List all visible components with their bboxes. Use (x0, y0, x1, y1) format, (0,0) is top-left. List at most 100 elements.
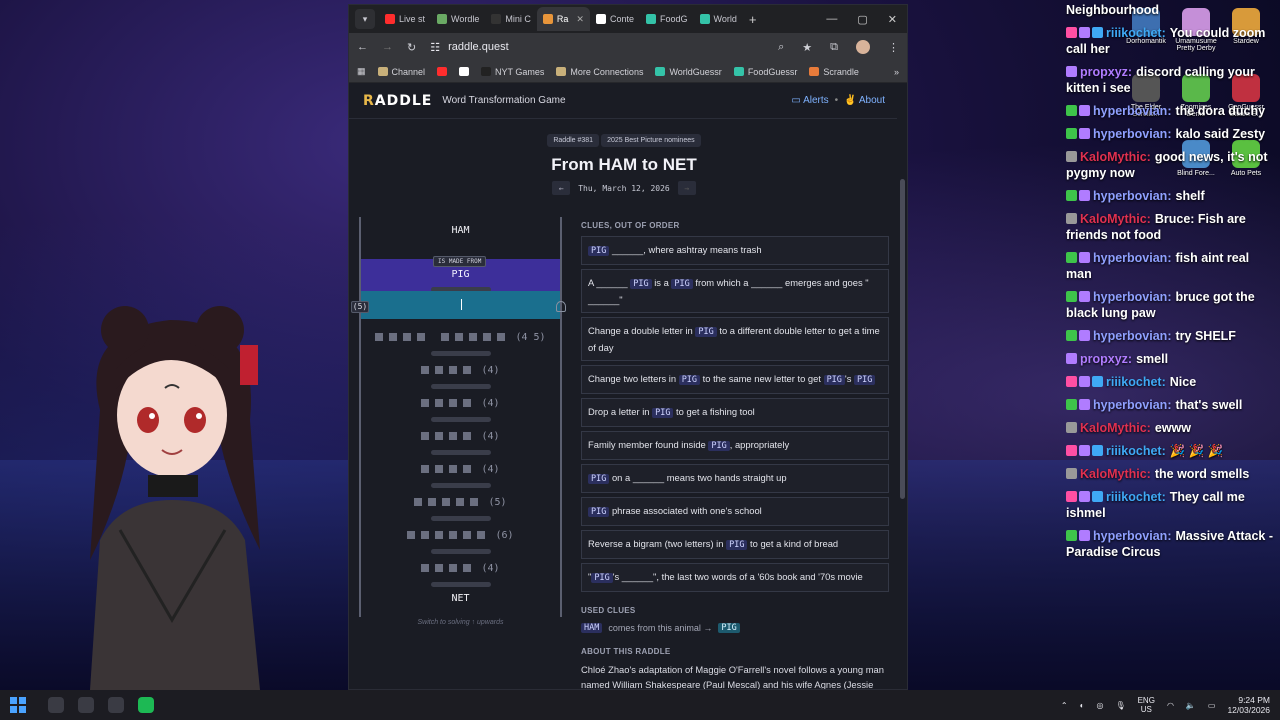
menu-icon[interactable]: ⋮ (888, 41, 899, 54)
bookmarks-overflow-icon[interactable]: » (894, 67, 899, 77)
about-link[interactable]: ✌ About (844, 95, 885, 106)
minimize-icon[interactable]: — (826, 13, 837, 26)
bookmark-label: More Connections (570, 66, 644, 77)
letter-slot (497, 333, 506, 341)
ladder-empty-rung[interactable]: (5) (361, 486, 560, 518)
clock[interactable]: 9:24 PM 12/03/2026 (1227, 695, 1270, 715)
clue-item[interactable]: " PIG's ______", the last two words of a … (581, 563, 889, 592)
maximize-icon[interactable]: ▢ (857, 13, 867, 26)
forward-icon[interactable]: → (382, 41, 393, 53)
wifi-icon[interactable]: ◠ (1167, 701, 1174, 710)
close-window-icon[interactable]: ✕ (888, 13, 897, 26)
taskbar-app-icon[interactable] (48, 697, 64, 713)
next-day-button[interactable]: → (677, 181, 696, 195)
browser-tab[interactable]: Live st (379, 7, 431, 31)
badge-icon (1066, 151, 1077, 162)
ladder-empty-rung[interactable]: (4) (361, 552, 560, 584)
bookmark-youtube[interactable] (437, 67, 448, 76)
active-guess-input[interactable] (361, 291, 560, 319)
badge-icon (1079, 376, 1090, 387)
bookmark-folder[interactable]: More Connections (556, 67, 643, 77)
chat-text: the dora duchy (1175, 104, 1266, 118)
clue-item[interactable]: PIG on a ______ means two hands straight… (581, 464, 889, 493)
badge-icon (1079, 190, 1090, 201)
bookmark-globe[interactable]: FoodGuessr (733, 67, 797, 77)
taskbar-app-icon[interactable] (138, 697, 154, 713)
chat-username: hyperbovian: (1093, 529, 1172, 543)
microphone-icon[interactable]: 🎙 (1115, 701, 1125, 710)
url-text[interactable]: raddle.quest (448, 41, 509, 53)
chat-username: hyperbovian: (1093, 104, 1172, 118)
new-tab-icon[interactable]: + (749, 12, 757, 27)
tray-app-icon[interactable]: ◐ (1080, 701, 1085, 710)
clue-item[interactable]: Change two letters in PIG to the same ne… (581, 365, 889, 394)
tray-overflow-icon[interactable]: ⌃ (1061, 701, 1068, 710)
site-info-icon[interactable]: ☷ (430, 41, 440, 54)
extensions-icon[interactable]: ⧉ (830, 41, 838, 54)
clue-item[interactable]: Change a double letter in PIG to a diffe… (581, 317, 889, 361)
hint-lock-icon[interactable] (556, 301, 566, 312)
clue-item[interactable]: PIG ______, where ashtray means trash (581, 236, 889, 265)
profile-icon[interactable] (856, 40, 870, 54)
reload-icon[interactable]: ↻ (407, 41, 416, 54)
chat-text: try SHELF (1175, 329, 1236, 343)
volume-icon[interactable]: 🔈 (1186, 701, 1196, 710)
bookmark-scrandle[interactable]: Scrandle (809, 67, 859, 77)
scrollbar-thumb[interactable] (900, 179, 905, 499)
bookmark-folder[interactable]: Channel (377, 67, 425, 77)
browser-tab[interactable]: World (694, 7, 743, 31)
bookmark-nyt[interactable]: NYT Games (481, 67, 544, 77)
chat-message: KaloMythic: good news, it's not pygmy now (1066, 149, 1278, 181)
letter-slot (469, 333, 478, 341)
ladder-empty-rung[interactable]: (4) (361, 387, 560, 419)
chat-badges (1066, 491, 1103, 502)
apps-icon[interactable]: ▦ (357, 66, 366, 77)
ladder-empty-rung[interactable]: (4) (361, 354, 560, 386)
word-chip: PIG (671, 279, 693, 289)
browser-tab[interactable]: Mini C (485, 7, 537, 31)
bookmark-x[interactable] (459, 67, 470, 76)
star-icon[interactable]: ★ (802, 41, 812, 54)
solve-direction-toggle[interactable]: Switch to solving ↑ upwards (359, 619, 562, 626)
ladder-empty-rung[interactable]: (6) (361, 519, 560, 551)
clue-item[interactable]: A ______ PIG is a PIG from which a _____… (581, 269, 889, 313)
clue-item[interactable]: Reverse a bigram (two letters) in PIG to… (581, 530, 889, 559)
raddle-logo[interactable]: RADDLE (363, 93, 432, 109)
about-label: About (858, 95, 885, 106)
scrollbar[interactable] (897, 83, 907, 689)
browser-tab[interactable]: FoodG (640, 7, 694, 31)
clue-item[interactable]: PIG phrase associated with one's school (581, 497, 889, 526)
tab-label: World (713, 14, 737, 24)
browser-tab[interactable]: Conte (590, 7, 640, 31)
ladder-empty-rung[interactable]: (4 5) (361, 321, 560, 353)
clue-text: phrase associated with one's school (609, 505, 762, 516)
taskbar-app-icon[interactable] (78, 697, 94, 713)
chat-badges (1066, 151, 1077, 162)
prev-day-button[interactable]: ← (552, 181, 571, 195)
language-indicator[interactable]: ENG US (1138, 696, 1155, 714)
ladder-empty-rung[interactable]: (4) (361, 453, 560, 485)
bookmark-globe[interactable]: WorldGuessr (655, 67, 722, 77)
chat-text: ewww (1154, 421, 1191, 435)
chat-message: Neighbourhood (1066, 2, 1278, 18)
rung-length: (6) (495, 529, 514, 541)
browser-tab[interactable]: Wordle (431, 7, 485, 31)
tab-search-icon[interactable]: ▾ (355, 9, 375, 29)
chat-username: KaloMythic: (1080, 467, 1151, 481)
alerts-link[interactable]: ▭ Alerts (791, 95, 828, 106)
search-icon[interactable]: ⌕ (778, 41, 784, 54)
browser-tab[interactable]: Ra ✕ (536, 7, 590, 31)
puzzle-title: From HAM to NET (551, 155, 697, 174)
windows-start-icon[interactable] (10, 697, 26, 713)
taskbar-app-icon[interactable] (108, 697, 124, 713)
chat-username: KaloMythic: (1080, 421, 1151, 435)
close-tab-icon[interactable]: ✕ (576, 14, 584, 25)
clue-item[interactable]: Family member found inside PIG, appropri… (581, 431, 889, 460)
back-icon[interactable]: ← (357, 41, 368, 53)
badge-icon (1066, 128, 1077, 139)
battery-icon[interactable]: ▭ (1208, 701, 1216, 710)
tray-app-icon[interactable]: ◎ (1096, 701, 1103, 710)
chat-badges (1066, 252, 1090, 263)
clue-item[interactable]: Drop a letter in PIG to get a fishing to… (581, 398, 889, 427)
ladder-empty-rung[interactable]: (4) (361, 420, 560, 452)
